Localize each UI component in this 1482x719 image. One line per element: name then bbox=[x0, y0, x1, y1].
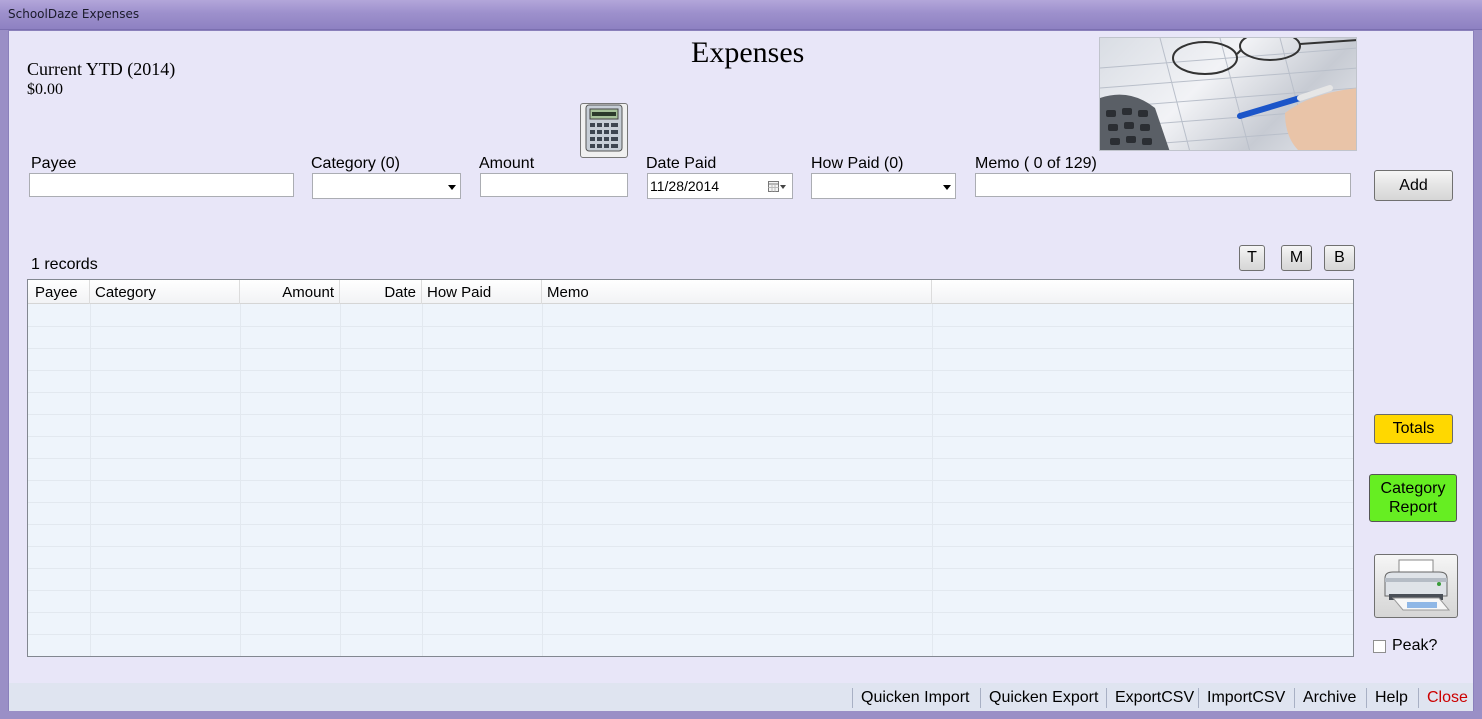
column-header-memo[interactable]: Memo bbox=[542, 280, 932, 304]
category-report-line2: Report bbox=[1388, 499, 1438, 516]
expenses-grid[interactable]: Payee Category Amount Date How Paid Memo bbox=[27, 279, 1354, 657]
amount-input[interactable] bbox=[480, 173, 628, 197]
menu-close[interactable]: Close bbox=[1418, 688, 1468, 708]
bottom-menu-bar: Quicken Import Quicken Export ExportCSV … bbox=[9, 683, 1473, 711]
column-header-date[interactable]: Date bbox=[340, 280, 422, 304]
date-paid-label: Date Paid bbox=[646, 155, 717, 172]
calculator-button[interactable] bbox=[580, 103, 628, 158]
grid-header: Payee Category Amount Date How Paid Memo bbox=[28, 280, 1353, 304]
scroll-top-button[interactable]: T bbox=[1239, 245, 1265, 271]
totals-button[interactable]: Totals bbox=[1374, 414, 1453, 444]
printer-icon bbox=[1379, 556, 1453, 617]
menu-quicken-import[interactable]: Quicken Import bbox=[852, 688, 969, 708]
calendar-icon[interactable] bbox=[768, 180, 786, 196]
chevron-down-icon bbox=[943, 185, 951, 190]
peak-checkbox[interactable] bbox=[1373, 640, 1386, 653]
calculator-icon bbox=[585, 104, 623, 157]
window-titlebar[interactable]: SchoolDaze Expenses bbox=[0, 0, 1482, 30]
add-button[interactable]: Add bbox=[1374, 170, 1453, 201]
column-header-amount[interactable]: Amount bbox=[240, 280, 340, 304]
scroll-middle-button[interactable]: M bbox=[1281, 245, 1312, 271]
scroll-bottom-button[interactable]: B bbox=[1324, 245, 1355, 271]
records-count: 1 records bbox=[31, 256, 98, 273]
how-paid-select[interactable] bbox=[811, 173, 956, 199]
amount-label: Amount bbox=[479, 155, 535, 172]
payee-label: Payee bbox=[31, 155, 77, 172]
category-label: Category (0) bbox=[311, 155, 400, 172]
main-window-client: Expenses Current YTD (2014) $0.00 Payee … bbox=[8, 30, 1474, 711]
menu-quicken-export[interactable]: Quicken Export bbox=[980, 688, 1098, 708]
how-paid-label: How Paid (0) bbox=[811, 155, 904, 172]
page-title: Expenses bbox=[691, 36, 805, 69]
ytd-label: Current YTD (2014) bbox=[27, 59, 176, 79]
menu-export-csv[interactable]: ExportCSV bbox=[1106, 688, 1194, 708]
chevron-down-icon bbox=[448, 185, 456, 190]
memo-label: Memo ( 0 of 129) bbox=[975, 155, 1097, 172]
column-header-category[interactable]: Category bbox=[90, 280, 240, 304]
payee-input[interactable] bbox=[29, 173, 294, 197]
column-header-how-paid[interactable]: How Paid bbox=[422, 280, 542, 304]
print-button[interactable] bbox=[1374, 554, 1458, 618]
menu-help[interactable]: Help bbox=[1366, 688, 1408, 708]
category-select[interactable] bbox=[312, 173, 461, 199]
menu-archive[interactable]: Archive bbox=[1294, 688, 1356, 708]
peak-label: Peak? bbox=[1392, 637, 1438, 654]
date-paid-picker[interactable]: 11/28/2014 bbox=[647, 173, 793, 199]
window-title: SchoolDaze Expenses bbox=[8, 7, 140, 21]
calculator-glasses-photo bbox=[1099, 37, 1357, 151]
date-paid-value: 11/28/2014 bbox=[650, 178, 720, 194]
memo-input[interactable] bbox=[975, 173, 1351, 197]
category-report-line1: Category bbox=[1380, 480, 1446, 497]
column-header-payee[interactable]: Payee bbox=[28, 280, 90, 304]
ytd-value: $0.00 bbox=[27, 81, 63, 98]
menu-import-csv[interactable]: ImportCSV bbox=[1198, 688, 1285, 708]
category-report-button[interactable]: Category Report bbox=[1369, 474, 1457, 522]
